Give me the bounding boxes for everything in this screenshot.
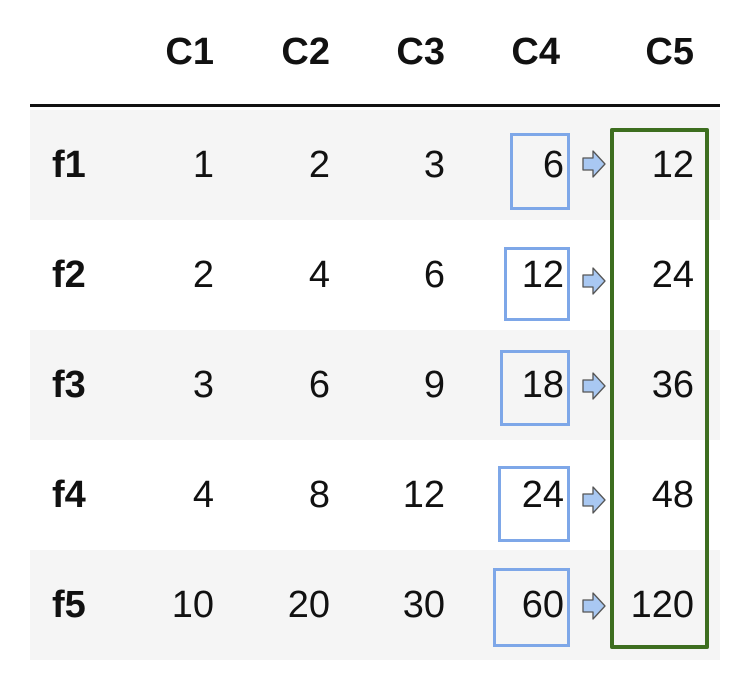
table-cell: 20 [287, 584, 330, 626]
arrow-right-icon [582, 150, 606, 178]
table-cell: 1 [192, 144, 214, 186]
row-label: f3 [52, 364, 86, 406]
c4-highlight-box [493, 568, 570, 647]
column-header-c3: C3 [396, 31, 445, 73]
table-cell: 3 [423, 144, 445, 186]
column-header-c2: C2 [281, 31, 330, 73]
c4-highlight-box [498, 466, 570, 542]
table-cell: 4 [308, 254, 330, 296]
table-cell: 6 [423, 254, 445, 296]
c4-highlight-box [504, 247, 570, 321]
table-cell: 4 [192, 474, 214, 516]
column-header-c1: C1 [165, 31, 214, 73]
arrow-right-icon [582, 267, 606, 295]
arrow-right-icon [582, 592, 606, 620]
column-header-c4: C4 [511, 31, 560, 73]
arrow-right-icon [582, 372, 606, 400]
c5-highlight-box [610, 128, 709, 649]
header-rule [30, 104, 720, 107]
arrow-right-icon [582, 486, 606, 514]
table-cell: 10 [171, 584, 214, 626]
column-header-c5: C5 [645, 31, 694, 73]
table-cell: 2 [308, 144, 330, 186]
table-cell: 3 [192, 364, 214, 406]
table-cell: 6 [308, 364, 330, 406]
data-table: C1 C2 C3 C4 C5 f1 1 2 3 6 12 f2 2 4 6 12… [0, 0, 730, 680]
table-cell: 2 [192, 254, 214, 296]
row-label: f5 [52, 584, 86, 626]
row-label: f4 [52, 474, 86, 516]
row-label: f2 [52, 254, 86, 296]
table-cell: 9 [423, 364, 445, 406]
c4-highlight-box [500, 350, 570, 426]
table-cell: 12 [402, 474, 445, 516]
c4-highlight-box [510, 133, 570, 210]
row-label: f1 [52, 144, 86, 186]
table-cell: 30 [402, 584, 445, 626]
table-cell: 8 [308, 474, 330, 516]
